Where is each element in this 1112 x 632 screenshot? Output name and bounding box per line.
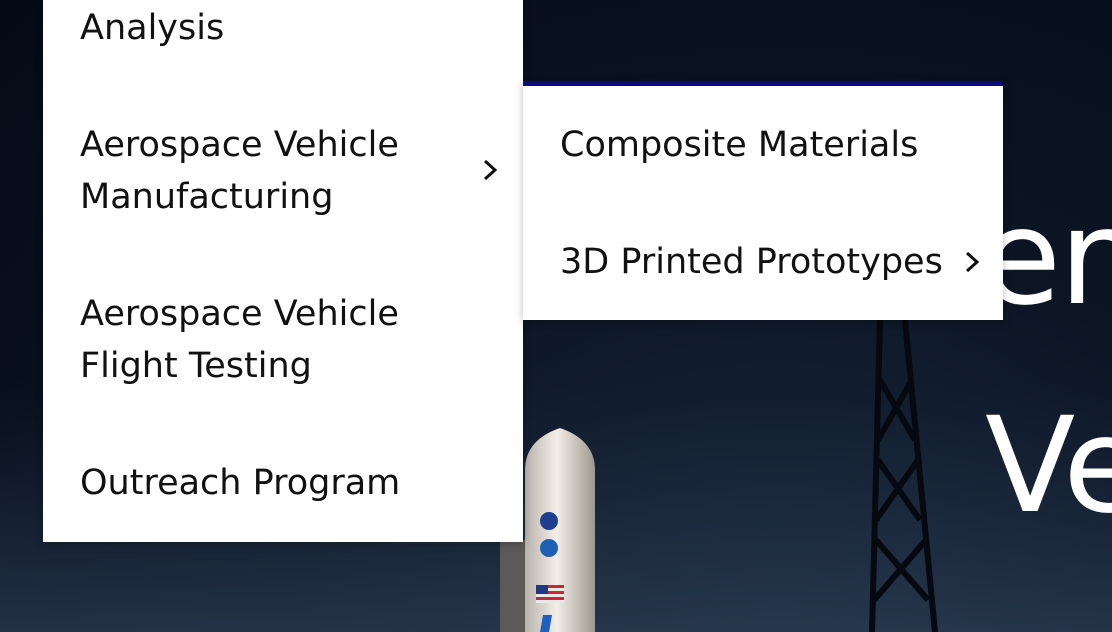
- submenu-item-label: Composite Materials: [560, 125, 919, 165]
- rocket: [525, 428, 595, 632]
- chevron-right-icon: [483, 159, 498, 181]
- submenu-item-label: 3D Printed Prototypes: [560, 242, 943, 282]
- menu-item-outreach-program[interactable]: Outreach Program: [80, 457, 520, 509]
- menu-item-label: Outreach Program: [80, 463, 401, 503]
- menu-item-label: Aerospace Vehicle Flight Testing: [80, 294, 399, 386]
- dropdown-menu: Analysis Aerospace Vehicle Manufacturing…: [43, 0, 523, 542]
- chevron-right-icon: [965, 251, 980, 273]
- submenu-item-3d-printed-prototypes[interactable]: 3D Printed Prototypes: [560, 236, 1000, 288]
- page: er Ve Analysis Aerospace Vehicle Manufac…: [0, 0, 1112, 632]
- submenu-item-composite-materials[interactable]: Composite Materials: [560, 119, 1000, 171]
- menu-item-analysis[interactable]: Analysis: [80, 2, 520, 54]
- menu-item-label: Analysis: [80, 8, 225, 48]
- menu-item-aerospace-vehicle-flight-testing[interactable]: Aerospace Vehicle Flight Testing: [80, 288, 520, 392]
- submenu: Composite Materials 3D Printed Prototype…: [523, 81, 1003, 320]
- menu-item-aerospace-vehicle-manufacturing[interactable]: Aerospace Vehicle Manufacturing: [80, 119, 520, 223]
- menu-item-label: Aerospace Vehicle Manufacturing: [80, 125, 399, 217]
- hero-title-line-2: Ve: [985, 389, 1112, 543]
- us-flag-icon: [536, 585, 564, 600]
